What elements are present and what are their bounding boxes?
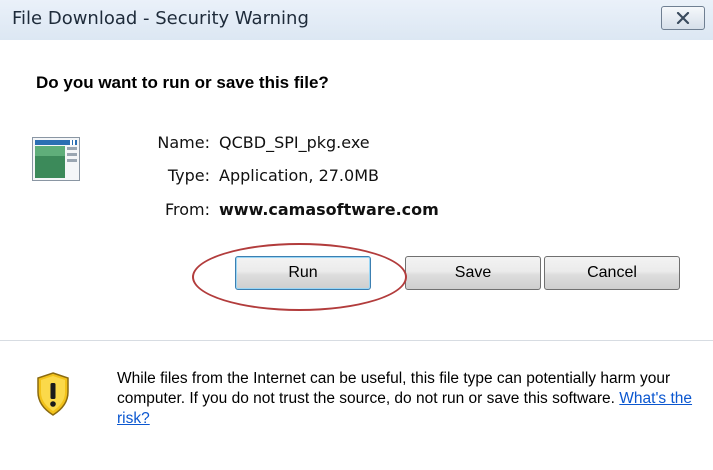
warning-shield-icon [36, 372, 70, 416]
type-value: Application, 27.0MB [219, 166, 379, 185]
save-button[interactable]: Save [405, 256, 541, 290]
from-value: www.camasoftware.com [219, 200, 439, 219]
warning-footer: While files from the Internet can be use… [0, 341, 713, 470]
security-warning-dialog: File Download - Security Warning Do you … [0, 0, 713, 470]
close-icon [676, 12, 690, 24]
run-button[interactable]: Run [235, 256, 371, 290]
warning-text: While files from the Internet can be use… [117, 370, 671, 407]
type-label: Type: [167, 166, 210, 185]
title-bar[interactable]: File Download - Security Warning [0, 0, 713, 40]
from-label: From: [164, 200, 210, 219]
cancel-button[interactable]: Cancel [544, 256, 680, 290]
close-button[interactable] [661, 6, 705, 30]
question-heading: Do you want to run or save this file? [36, 73, 329, 92]
dialog-content: Do you want to run or save this file? Na… [0, 40, 713, 340]
name-value: QCBD_SPI_pkg.exe [219, 133, 370, 152]
name-label: Name: [157, 133, 210, 152]
window-title: File Download - Security Warning [12, 8, 309, 29]
warning-message: While files from the Internet can be use… [117, 369, 697, 429]
